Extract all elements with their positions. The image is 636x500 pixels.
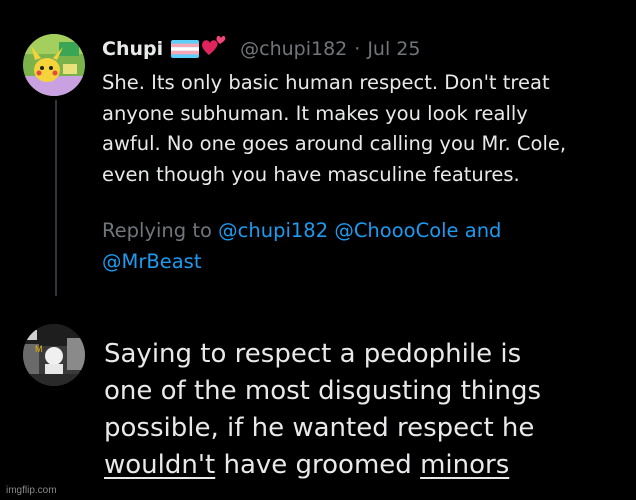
mention-and: and: [458, 219, 502, 242]
mention-chooocole[interactable]: @ChoooCole: [334, 219, 458, 242]
thread-line: [55, 100, 57, 296]
reply-line-1: Saying to respect a pedophile is: [104, 339, 522, 369]
underlined-word-2: minors: [420, 450, 510, 480]
reply-line-3: possible, if he wanted respect he: [104, 413, 535, 443]
reply-line-4-middle: have groomed: [215, 450, 421, 480]
underlined-word-1: wouldn't: [104, 450, 216, 480]
avatar-reply[interactable]: M: [23, 324, 85, 386]
two-hearts-icon: [202, 35, 226, 55]
mention-chupi182[interactable]: @chupi182: [218, 219, 328, 242]
tweet-header: Chupi @chupi182 · Jul 25: [102, 35, 420, 62]
tweet-text: She. Its only basic human respect. Don't…: [102, 71, 567, 186]
reply-text: Saying to respect a pedophile is one of …: [104, 336, 624, 484]
svg-text:M: M: [35, 344, 43, 354]
timestamp[interactable]: Jul 25: [367, 38, 420, 60]
reply-line-2: one of the most disgusting things: [104, 376, 542, 406]
trans-flag-icon: [171, 40, 200, 58]
replying-to-label: Replying to: [102, 219, 219, 242]
watermark: imgflip.com: [6, 485, 57, 496]
display-name[interactable]: Chupi: [102, 38, 163, 60]
avatar[interactable]: [23, 34, 85, 96]
separator-dot: ·: [354, 38, 361, 60]
handle[interactable]: @chupi182: [240, 38, 347, 60]
replying-to: Replying to @chupi182 @ChoooCole and @MrB…: [102, 216, 622, 277]
mention-mrbeast[interactable]: @MrBeast: [102, 250, 201, 273]
